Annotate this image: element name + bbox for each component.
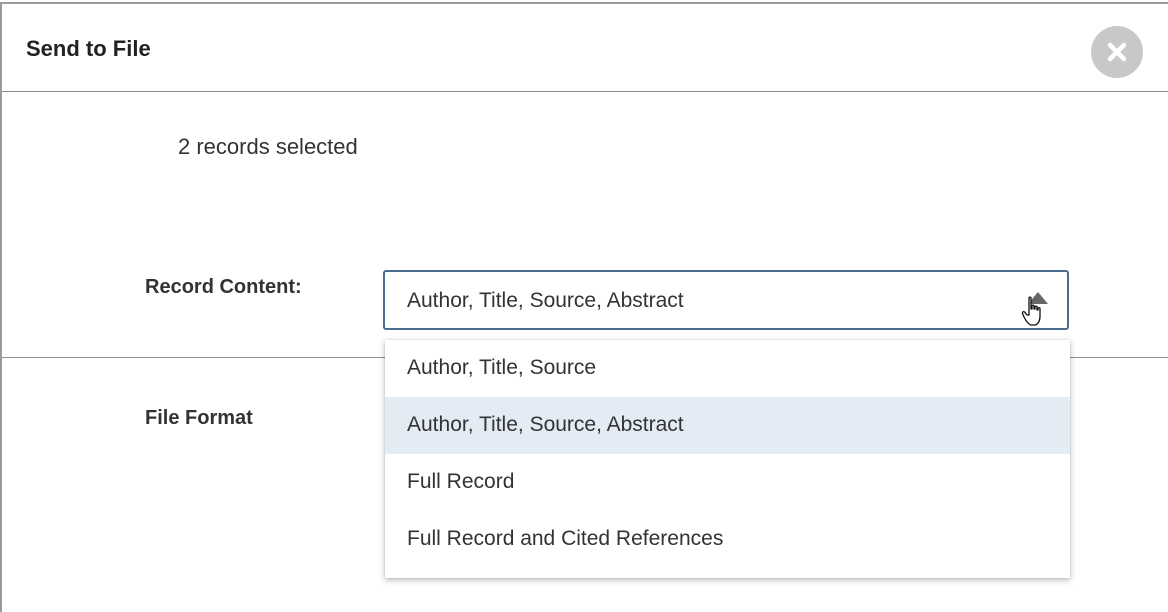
record-content-dropdown-menu: Author, Title, Source Author, Title, Sou… — [385, 340, 1070, 578]
dialog-title: Send to File — [26, 36, 151, 61]
file-format-label: File Format — [145, 407, 253, 429]
send-to-file-dialog: Send to File 2 records selected Record C… — [0, 2, 1168, 612]
close-icon — [1107, 42, 1127, 62]
option-label: Author, Title, Source — [407, 356, 597, 379]
option-label: Full Record — [407, 470, 515, 493]
dropdown-option-author-title-source[interactable]: Author, Title, Source — [385, 340, 1070, 397]
hand-pointer-icon — [1021, 296, 1041, 326]
record-content-select[interactable]: Author, Title, Source, Abstract — [383, 270, 1069, 330]
dropdown-option-full-record[interactable]: Full Record — [385, 454, 1070, 511]
records-selected-text: 2 records selected — [178, 134, 358, 159]
dialog-header: Send to File — [2, 4, 1168, 92]
dropdown-option-author-title-source-abstract[interactable]: Author, Title, Source, Abstract — [385, 397, 1070, 454]
record-content-label: Record Content: — [145, 276, 302, 298]
dropdown-option-full-record-cited-references[interactable]: Full Record and Cited References — [385, 511, 1070, 568]
record-content-selected-value: Author, Title, Source, Abstract — [407, 289, 684, 312]
option-label: Author, Title, Source, Abstract — [407, 413, 684, 436]
option-label: Full Record and Cited References — [407, 527, 724, 550]
close-button[interactable] — [1091, 26, 1143, 78]
